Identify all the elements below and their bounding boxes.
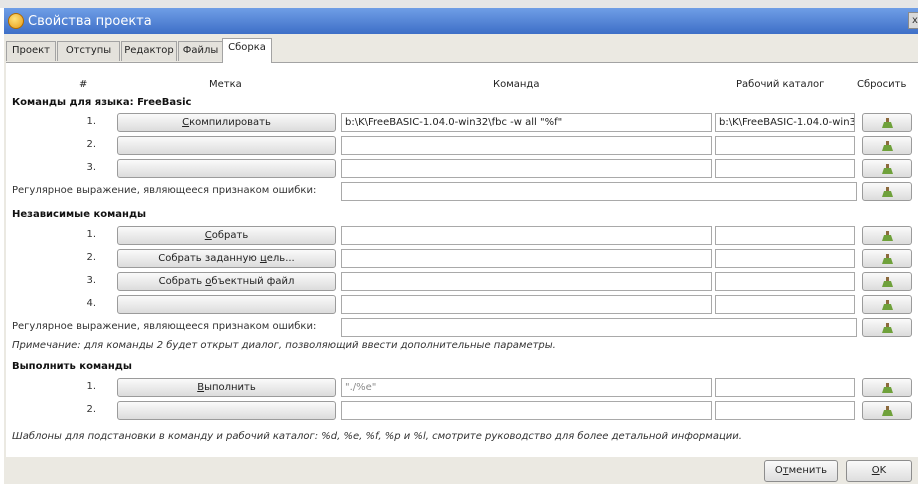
workdir-field[interactable] [715,136,855,155]
label-button-build-object[interactable]: Собрать объектный файл [117,272,336,291]
cancel-button[interactable]: Отменить [764,460,838,482]
ok-button[interactable]: OK [846,460,912,482]
label-button-empty[interactable] [117,401,336,420]
tab-project[interactable]: Проект [6,41,56,61]
close-icon[interactable]: x [908,12,918,29]
reset-button[interactable] [862,136,912,155]
command-field[interactable] [341,401,712,420]
tab-editor[interactable]: Редактор [121,41,177,61]
clear-broom-icon [882,164,893,174]
clear-broom-icon [882,383,893,393]
row-number: 3. [86,275,96,286]
reset-button[interactable] [862,159,912,178]
command-field[interactable] [341,159,712,178]
background-strip [0,0,918,8]
command-field[interactable] [341,249,712,268]
command-field[interactable] [341,272,712,291]
column-header-label: Метка [209,79,242,90]
reset-button[interactable] [862,378,912,397]
row-number: 4. [86,298,96,309]
label-button-build-target[interactable]: Собрать заданную цель... [117,249,336,268]
column-header-command: Команда [493,79,540,90]
workdir-field[interactable] [715,249,855,268]
clear-broom-icon [882,254,893,264]
command-field[interactable]: "./%e" [341,378,712,397]
tab-indentation[interactable]: Отступы [57,41,120,61]
label-button-build[interactable]: Собрать [117,226,336,245]
label-text: ыполнить [204,382,256,393]
error-regex-label: Регулярное выражение, являющееся признак… [12,321,317,332]
row-number: 2. [86,139,96,150]
reset-button[interactable] [862,113,912,132]
row-number: 2. [86,252,96,263]
title-bar: Свойства проекта x [4,8,918,34]
row-number: 1. [86,381,96,392]
geany-logo-icon [8,13,24,29]
button-text: менить [788,465,828,476]
row-number: 1. [86,116,96,127]
tab-files[interactable]: Файлы [178,41,223,61]
column-header-number: # [79,79,88,90]
column-header-reset: Сбросить [857,79,907,90]
command-field[interactable]: b:\K\FreeBASIC-1.04.0-win32\fbc -w all "… [341,113,712,132]
error-regex-label: Регулярное выражение, являющееся признак… [12,185,317,196]
reset-button[interactable] [862,318,912,337]
tab-build[interactable]: Сборка [222,38,272,63]
workdir-field[interactable]: b:\K\FreeBASIC-1.04.0-win32 [715,113,855,132]
section-title-execute-commands: Выполнить команды [12,361,132,372]
window-title: Свойства проекта [28,14,152,29]
section-title-language-commands: Команды для языка: FreeBasic [12,97,192,108]
mnemonic: O [871,465,880,476]
workdir-field[interactable] [715,272,855,291]
reset-button[interactable] [862,401,912,420]
label-text: бъектный файл [211,276,295,287]
mnemonic: С [182,117,190,128]
reset-button[interactable] [862,226,912,245]
button-text: K [879,465,887,476]
section-title-independent-commands: Независимые команды [12,209,147,220]
reset-button[interactable] [862,295,912,314]
clear-broom-icon [882,141,893,151]
reset-button[interactable] [862,182,912,201]
clear-broom-icon [882,231,893,241]
workdir-field[interactable] [715,401,855,420]
label-button-compile[interactable]: Скомпилировать [117,113,336,132]
error-regex-field[interactable] [341,318,857,337]
clear-broom-icon [882,300,893,310]
clear-broom-icon [882,406,893,416]
label-text: компилировать [189,117,271,128]
clear-broom-icon [882,187,893,197]
placeholders-note: Шаблоны для подстановки в команду и рабо… [12,431,742,442]
label-button-empty[interactable] [117,159,336,178]
error-regex-field[interactable] [341,182,857,201]
row-number: 3. [86,162,96,173]
row-number: 2. [86,404,96,415]
button-text: О [774,465,783,476]
label-text: Собрать заданную [158,253,260,264]
command-field[interactable] [341,136,712,155]
independent-note: Примечание: для команды 2 будет открыт д… [12,340,556,351]
workdir-field[interactable] [715,295,855,314]
label-button-empty[interactable] [117,136,336,155]
mnemonic: С [204,230,212,241]
command-field[interactable] [341,226,712,245]
clear-broom-icon [882,277,893,287]
row-number: 1. [86,229,96,240]
workdir-field[interactable] [715,378,855,397]
label-button-empty[interactable] [117,295,336,314]
workdir-field[interactable] [715,226,855,245]
column-header-workdir: Рабочий каталог [736,79,825,90]
command-field[interactable] [341,295,712,314]
label-text: Собрать [158,276,206,287]
clear-broom-icon [882,323,893,333]
label-text: ель... [266,253,295,264]
reset-button[interactable] [862,272,912,291]
label-button-execute[interactable]: Выполнить [117,378,336,397]
mnemonic: ц [259,253,267,264]
workdir-field[interactable] [715,159,855,178]
clear-broom-icon [882,118,893,128]
label-text: обрать [211,230,249,241]
reset-button[interactable] [862,249,912,268]
